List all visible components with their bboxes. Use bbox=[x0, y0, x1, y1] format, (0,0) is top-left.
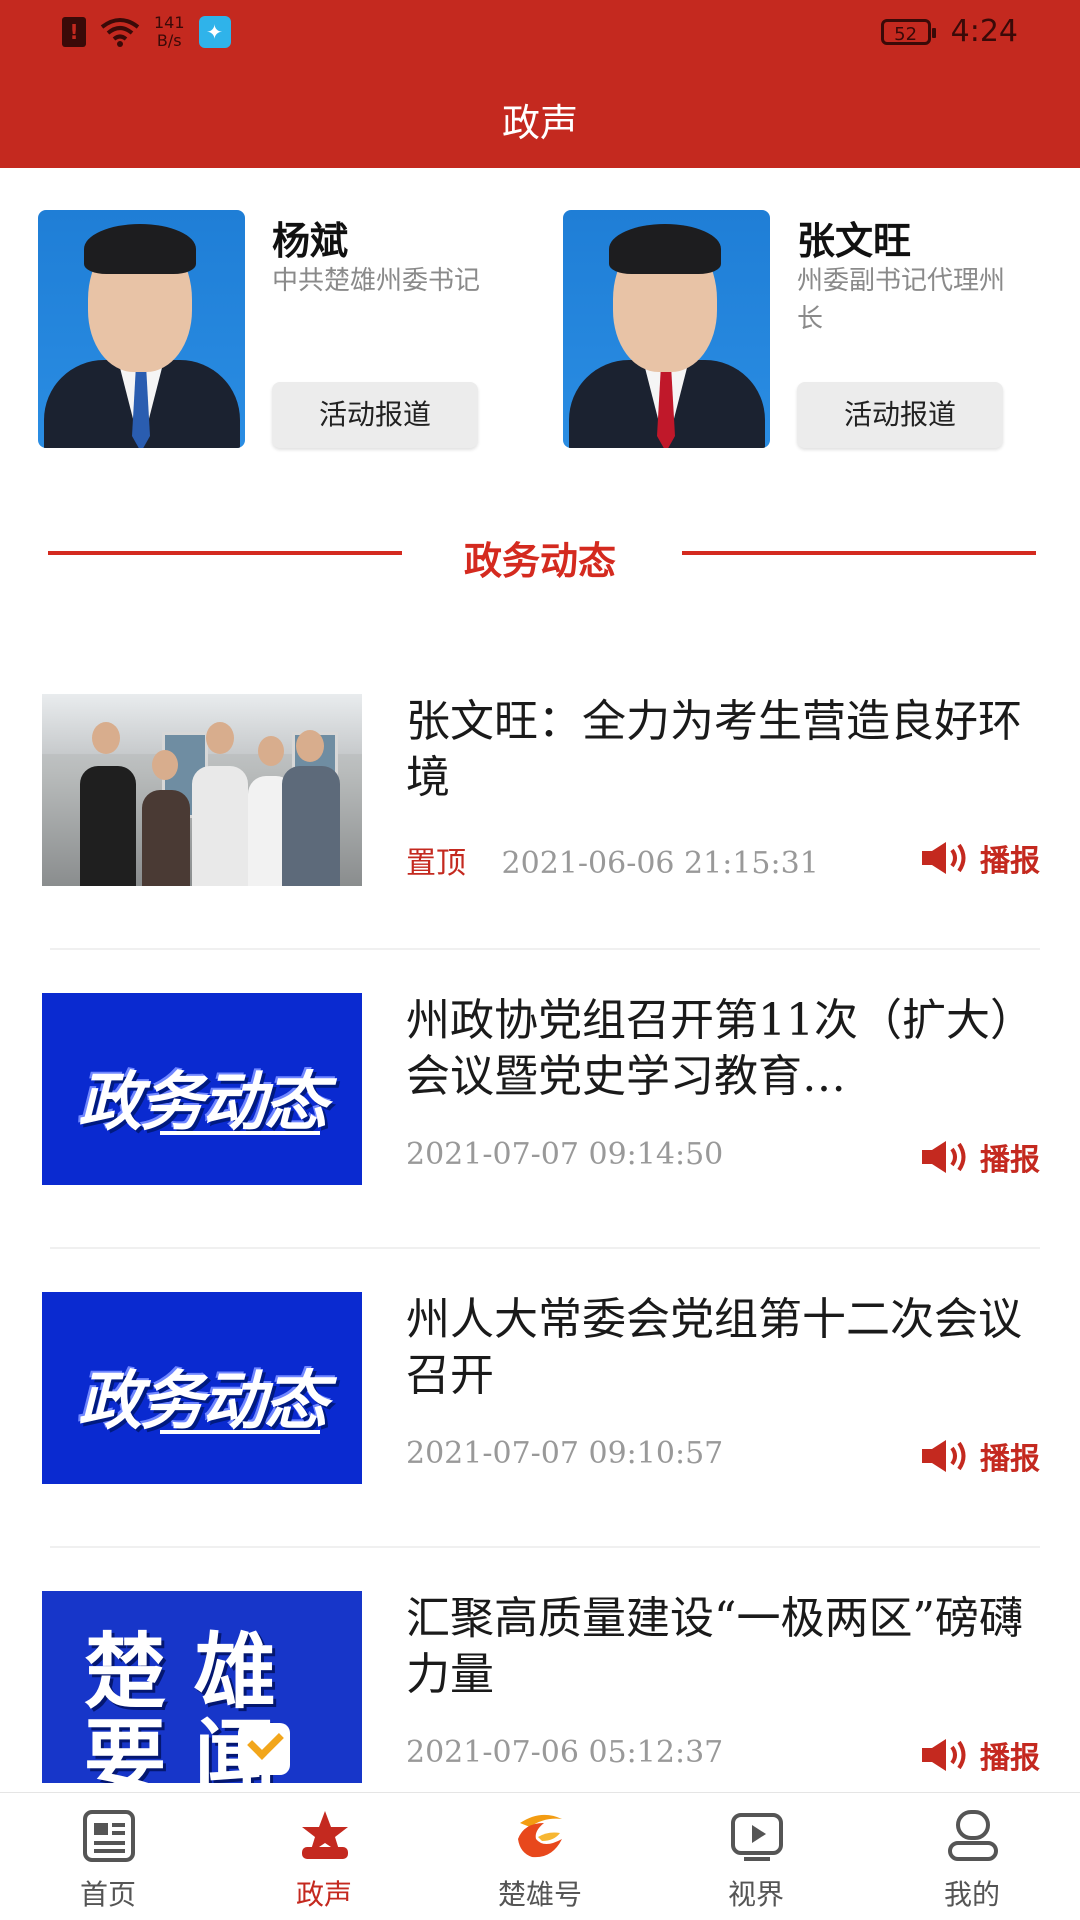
section-divider-right bbox=[682, 551, 1036, 555]
divider bbox=[50, 948, 1040, 950]
news-icon bbox=[83, 1810, 135, 1862]
news-thumbnail: 政务动态 bbox=[42, 1292, 362, 1484]
broadcast-label: 播报 bbox=[980, 1442, 1040, 1477]
news-meta: 2021-07-07 09:10:57 bbox=[406, 1436, 723, 1471]
leader-portrait[interactable] bbox=[563, 210, 770, 448]
speaker-icon bbox=[922, 1440, 966, 1472]
thumbnail-text: 政务动态 bbox=[78, 1066, 328, 1140]
news-headline: 汇聚高质量建设“一极两区”磅礴力量 bbox=[406, 1593, 1023, 1700]
leader-name: 杨斌 bbox=[272, 219, 349, 263]
wifi-icon bbox=[100, 18, 140, 47]
news-meta: 2021-07-07 09:14:50 bbox=[406, 1137, 723, 1172]
battery-icon: 52 bbox=[880, 18, 936, 45]
broadcast-label: 播报 bbox=[980, 1143, 1040, 1178]
news-item[interactable]: 张文旺：全力为考生营造良好环境 置顶 2021-06-06 21:15:31 播… bbox=[0, 694, 1080, 994]
leader-role: 中共楚雄州委书记 bbox=[272, 266, 481, 296]
news-date: 2021-07-06 05:12:37 bbox=[406, 1735, 724, 1770]
news-date: 2021-06-06 21:15:31 bbox=[501, 846, 819, 881]
broadcast-button[interactable]: 播报 bbox=[920, 1434, 1040, 1478]
star-icon bbox=[302, 1811, 348, 1859]
leaders-row: 杨斌 中共楚雄州委书记 活动报道 张文旺 州委副书记代理州长 活动报道 bbox=[0, 210, 1080, 450]
tab-zhengsheng[interactable]: 政声 bbox=[216, 1793, 432, 1920]
page-title: 政声 bbox=[501, 101, 578, 145]
broadcast-button[interactable]: 播报 bbox=[920, 1135, 1040, 1179]
news-meta: 2021-07-06 05:12:37 bbox=[406, 1735, 723, 1770]
lightbulb-icon: ✦ bbox=[198, 16, 231, 48]
tab-shijie[interactable]: 视界 bbox=[648, 1793, 864, 1920]
leader-portrait[interactable] bbox=[38, 210, 245, 448]
pinned-tag: 置顶 bbox=[406, 846, 466, 881]
tab-label: 首页 bbox=[79, 1878, 136, 1911]
news-headline: 州政协党组召开第11次（扩大）会议暨党史学习教育… bbox=[406, 995, 1034, 1102]
broadcast-button[interactable]: 播报 bbox=[920, 1733, 1040, 1777]
app-screen: ! 141 B/s ✦ 52 4:24 政声 杨斌 中共楚雄州委书记 活动报道 … bbox=[0, 0, 1080, 1920]
tab-mine[interactable]: 我的 bbox=[864, 1793, 1080, 1920]
broadcast-button[interactable]: 播报 bbox=[920, 836, 1040, 880]
news-thumbnail: 政务动态 bbox=[42, 993, 362, 1185]
tab-label: 政声 bbox=[295, 1878, 352, 1911]
chuxiong-logo-icon bbox=[518, 1814, 562, 1858]
top-bar: ! 141 B/s ✦ 52 4:24 政声 bbox=[0, 0, 1080, 168]
clock: 4:24 bbox=[950, 14, 1018, 49]
activity-report-button[interactable]: 活动报道 bbox=[272, 382, 478, 448]
news-meta: 置顶 2021-06-06 21:15:31 bbox=[406, 838, 819, 882]
alert-icon: ! bbox=[62, 17, 86, 47]
tab-label: 楚雄号 bbox=[497, 1878, 582, 1911]
speaker-icon bbox=[922, 1141, 966, 1173]
thumbnail-text: 政务动态 bbox=[78, 1365, 328, 1439]
section-title: 政务动态 bbox=[463, 539, 616, 583]
news-headline: 张文旺：全力为考生营造良好环境 bbox=[406, 696, 1022, 803]
status-bar: ! 141 B/s ✦ 52 4:24 bbox=[0, 0, 1080, 70]
broadcast-label: 播报 bbox=[980, 1741, 1040, 1776]
tab-home[interactable]: 首页 bbox=[0, 1793, 216, 1920]
tab-label: 我的 bbox=[943, 1878, 1000, 1911]
video-icon bbox=[731, 1813, 783, 1861]
news-thumbnail bbox=[42, 694, 362, 886]
leader-card: 张文旺 州委副书记代理州长 活动报道 bbox=[563, 210, 1043, 450]
bottom-tab-bar: 首页 政声 楚雄号 视界 我的 bbox=[0, 1792, 1080, 1920]
news-date: 2021-07-07 09:14:50 bbox=[406, 1137, 724, 1172]
divider bbox=[50, 1247, 1040, 1249]
news-headline: 州人大常委会党组第十二次会议召开 bbox=[406, 1294, 1022, 1401]
section-header: 政务动态 bbox=[0, 530, 1080, 583]
net-speed: 141 B/s bbox=[154, 13, 185, 50]
leader-name: 张文旺 bbox=[797, 219, 912, 263]
check-icon bbox=[238, 1723, 290, 1775]
person-icon bbox=[948, 1810, 998, 1861]
news-item[interactable]: 政务动态 州人大常委会党组第十二次会议召开 2021-07-07 09:10:5… bbox=[0, 1292, 1080, 1592]
tab-label: 视界 bbox=[727, 1878, 784, 1911]
tab-chuxionghao[interactable]: 楚雄号 bbox=[432, 1793, 648, 1920]
speaker-icon bbox=[922, 1739, 966, 1771]
news-date: 2021-07-07 09:10:57 bbox=[406, 1436, 724, 1471]
broadcast-label: 播报 bbox=[980, 844, 1040, 879]
leader-card: 杨斌 中共楚雄州委书记 活动报道 bbox=[38, 210, 518, 450]
activity-report-button[interactable]: 活动报道 bbox=[797, 382, 1003, 448]
news-item[interactable]: 政务动态 州政协党组召开第11次（扩大）会议暨党史学习教育… 2021-07-0… bbox=[0, 993, 1080, 1293]
speaker-icon bbox=[922, 842, 966, 874]
battery-level: 52 bbox=[894, 23, 918, 45]
divider bbox=[50, 1546, 1040, 1548]
leader-role: 州委副书记代理州长 bbox=[797, 266, 1006, 334]
news-thumbnail: 楚雄 要闻 bbox=[42, 1591, 362, 1783]
